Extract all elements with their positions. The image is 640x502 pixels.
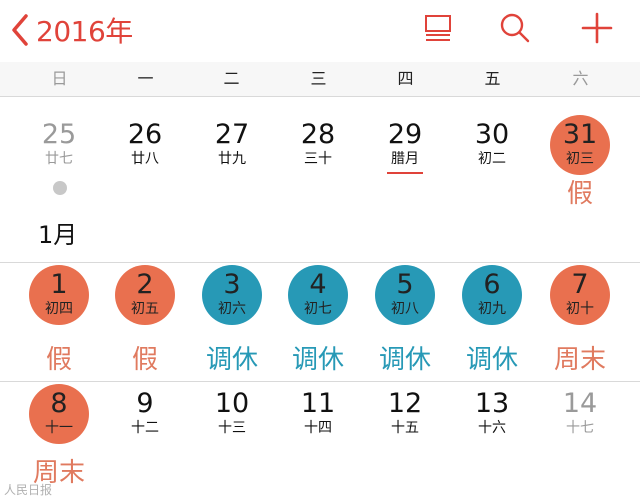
- day-cell[interactable]: 31 初三: [538, 115, 622, 185]
- workday-tag: 调休: [465, 345, 518, 375]
- weekday-label: 六: [572, 69, 589, 88]
- lunar-date: 初八: [391, 301, 419, 317]
- day-cell[interactable]: 4 初七: [276, 265, 360, 335]
- day-cell[interactable]: 26 廿八: [103, 115, 187, 185]
- weekday-header: 日 一 二 三 四 五 六: [0, 62, 640, 97]
- search-button[interactable]: [495, 10, 535, 50]
- workday-tag: 调休: [205, 345, 258, 375]
- lunar-date: 十一: [45, 420, 73, 436]
- list-view-button[interactable]: [418, 10, 458, 50]
- day-cell[interactable]: 1 初四: [17, 265, 101, 335]
- weekday-label: 二: [223, 69, 240, 88]
- lunar-date: 廿八: [131, 151, 159, 167]
- lunar-date: 十四: [304, 420, 332, 436]
- lunar-date: 十七: [566, 420, 594, 436]
- day-cell[interactable]: 12 十五: [363, 384, 447, 454]
- lunar-date: 廿九: [218, 151, 246, 167]
- search-icon: [499, 12, 531, 48]
- chevron-left-icon: [10, 13, 30, 47]
- day-cell[interactable]: 10 十三: [190, 384, 274, 454]
- workday-tag: 调休: [291, 345, 344, 375]
- lunar-month-underline: [387, 172, 423, 174]
- day-cell[interactable]: 8 十一: [17, 384, 101, 454]
- holiday-tag: 假: [131, 345, 158, 375]
- lunar-date: 腊月: [391, 151, 419, 167]
- lunar-date: 十二: [131, 420, 159, 436]
- weekday-label: 三: [310, 69, 327, 88]
- add-event-button[interactable]: [577, 10, 617, 50]
- day-number: 1: [50, 269, 68, 300]
- weekday-label: 四: [397, 69, 414, 88]
- day-number: 14: [562, 388, 598, 419]
- lunar-date: 十五: [391, 420, 419, 436]
- day-number: 12: [387, 388, 423, 419]
- lunar-date: 初四: [45, 301, 73, 317]
- lunar-date: 十六: [478, 420, 506, 436]
- day-number: 30: [474, 119, 510, 150]
- day-cell[interactable]: 5 初八: [363, 265, 447, 335]
- lunar-date: 初七: [304, 301, 332, 317]
- day-number: 28: [300, 119, 336, 150]
- back-to-year-button[interactable]: 2016年: [10, 8, 133, 52]
- day-number: 26: [127, 119, 163, 150]
- holiday-tag: 周末: [553, 345, 606, 375]
- day-number: 3: [223, 269, 241, 300]
- day-cell[interactable]: 27 廿九: [190, 115, 274, 185]
- lunar-date: 初五: [131, 301, 159, 317]
- add-icon: [581, 12, 613, 48]
- watermark: 人民日报: [4, 483, 53, 497]
- day-number: 6: [483, 269, 501, 300]
- day-number: 4: [309, 269, 327, 300]
- day-number: 25: [41, 119, 77, 150]
- lunar-date: 三十: [304, 151, 332, 167]
- day-cell[interactable]: 6 初九: [450, 265, 534, 335]
- lunar-date: 十三: [218, 420, 246, 436]
- day-cell[interactable]: 29 腊月: [363, 115, 447, 185]
- lunar-date: 初六: [218, 301, 246, 317]
- day-cell[interactable]: 14 十七: [538, 384, 622, 454]
- day-number: 27: [214, 119, 250, 150]
- year-label: 2016年: [36, 15, 133, 48]
- day-cell[interactable]: 25 廿七: [17, 115, 101, 185]
- lunar-date: 初三: [566, 151, 594, 167]
- list-view-icon: [423, 13, 453, 47]
- week-divider: [0, 262, 640, 263]
- day-number: 31: [562, 119, 598, 150]
- day-cell[interactable]: 13 十六: [450, 384, 534, 454]
- lunar-date: 初二: [478, 151, 506, 167]
- day-number: 11: [300, 388, 336, 419]
- day-number: 29: [387, 119, 423, 150]
- top-toolbar: 2016年: [0, 0, 640, 62]
- lunar-date: 初十: [566, 301, 594, 317]
- day-number: 10: [214, 388, 250, 419]
- holiday-tag: 假: [566, 179, 593, 209]
- day-cell[interactable]: 3 初六: [190, 265, 274, 335]
- lunar-date: 初九: [478, 301, 506, 317]
- holiday-tag: 假: [45, 345, 72, 375]
- month-marker: 1月: [38, 221, 78, 249]
- day-cell[interactable]: 7 初十: [538, 265, 622, 335]
- day-number: 7: [571, 269, 589, 300]
- day-cell[interactable]: 9 十二: [103, 384, 187, 454]
- day-number: 2: [136, 269, 154, 300]
- workday-tag: 调休: [378, 345, 431, 375]
- weekday-label: 五: [484, 69, 501, 88]
- day-cell[interactable]: 28 三十: [276, 115, 360, 185]
- day-cell[interactable]: 30 初二: [450, 115, 534, 185]
- weekday-label: 日: [51, 69, 68, 88]
- day-cell[interactable]: 11 十四: [276, 384, 360, 454]
- day-cell[interactable]: 2 初五: [103, 265, 187, 335]
- day-number: 5: [396, 269, 414, 300]
- week-divider: [0, 381, 640, 382]
- day-number: 8: [50, 388, 68, 419]
- day-number: 13: [474, 388, 510, 419]
- lunar-date: 廿七: [45, 151, 73, 167]
- weekday-label: 一: [137, 69, 154, 88]
- day-number: 9: [136, 388, 154, 419]
